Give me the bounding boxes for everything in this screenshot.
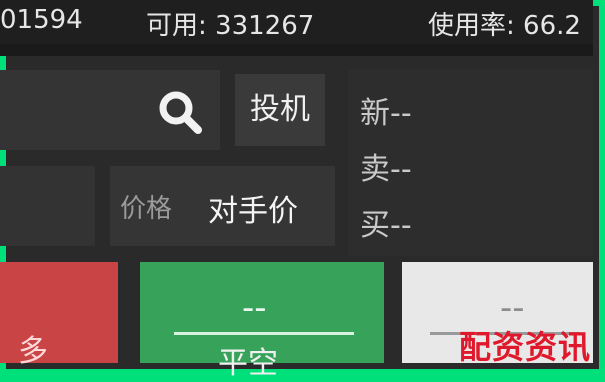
new-price-text: 新-- bbox=[360, 96, 412, 131]
buy-long-label: 多 bbox=[18, 334, 48, 369]
close-short-price: -- bbox=[242, 288, 267, 328]
price-side-field[interactable] bbox=[0, 166, 95, 246]
price-label: 价格 bbox=[120, 194, 173, 224]
sell-price-text: 卖-- bbox=[360, 152, 412, 187]
search-icon[interactable] bbox=[156, 88, 204, 136]
buy-price-text: 买-- bbox=[360, 208, 412, 243]
account-number: 01594 bbox=[0, 5, 83, 35]
usage-rate: 使用率: 66.2 bbox=[428, 11, 581, 41]
available-funds: 可用: 331267 bbox=[146, 11, 315, 41]
divider bbox=[0, 44, 593, 56]
close-short-divider bbox=[174, 332, 354, 335]
close-short-label: 平空 bbox=[218, 346, 278, 381]
invest-button[interactable]: 投机 bbox=[235, 74, 325, 146]
watermark-text: 配资资讯 bbox=[458, 328, 591, 366]
account-summary-bar: 01594 可用: 331267 使用率: 66.2 bbox=[0, 0, 593, 44]
price-value[interactable]: 对手价 bbox=[208, 186, 298, 230]
